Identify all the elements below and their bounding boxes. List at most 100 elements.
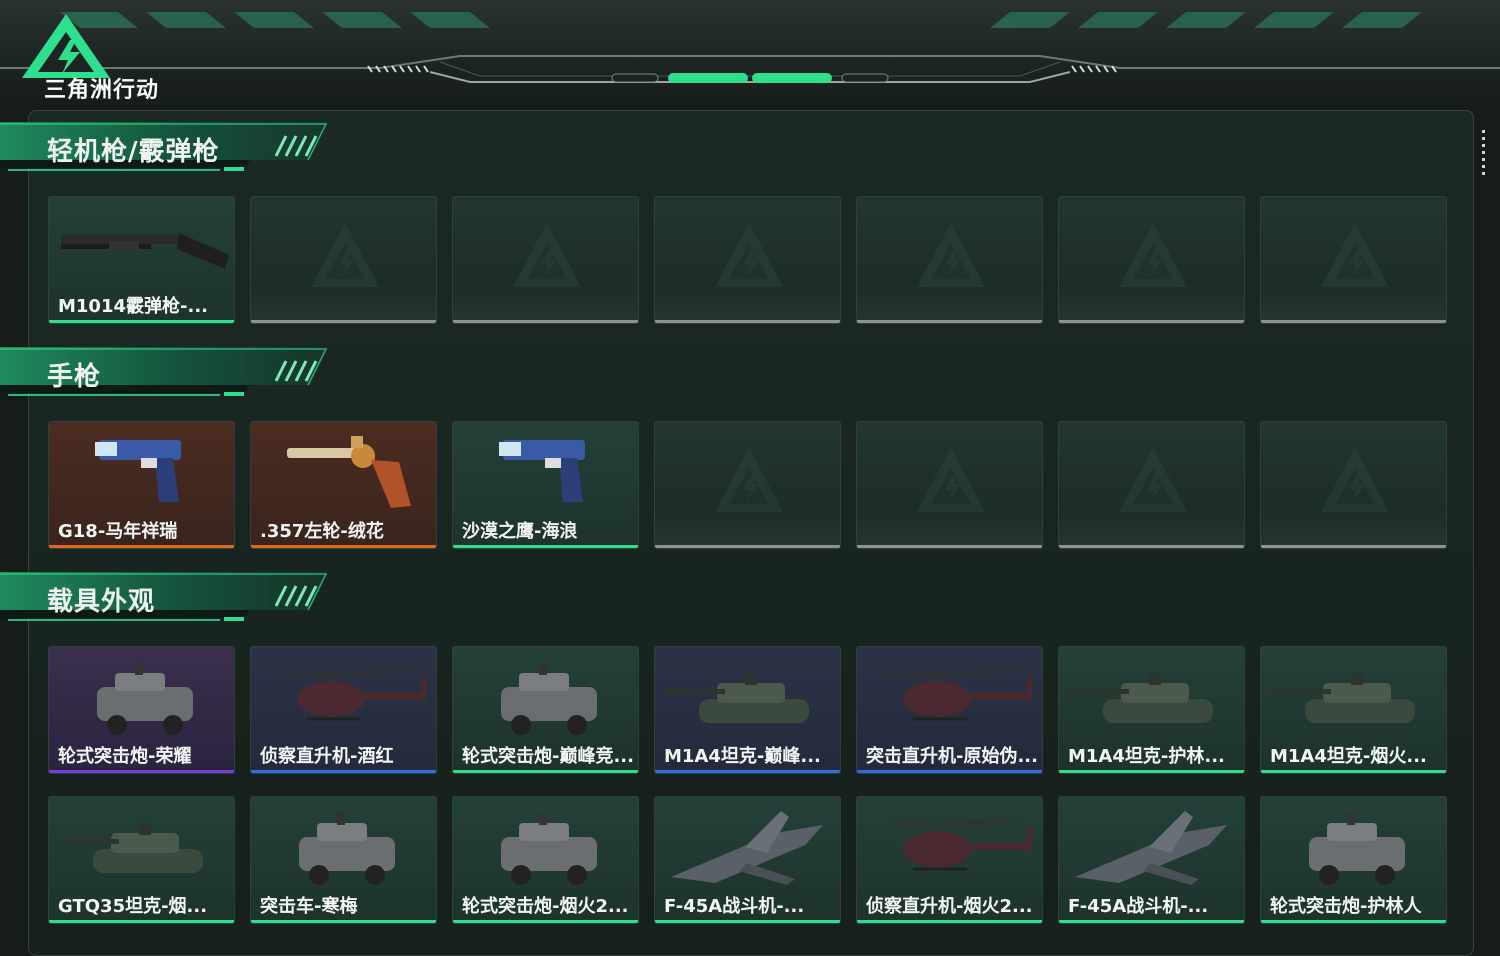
top-header: 三角洲行动: [0, 0, 1500, 110]
tank-icon: [1069, 673, 1213, 723]
item-card[interactable]: F-45A战斗机-...: [1058, 796, 1245, 924]
rarity-bar: [453, 920, 638, 923]
item-card[interactable]: 轮式突击炮-护林人: [1260, 796, 1447, 924]
item-label: 突击车-寒梅: [260, 896, 358, 917]
placeholder-logo-icon: [715, 223, 783, 287]
armored-car-icon: [299, 813, 395, 885]
item-card[interactable]: GTQ35坦克-烟...: [48, 796, 235, 924]
rarity-bar: [1261, 770, 1446, 773]
armored-car-icon: [1309, 813, 1405, 885]
rarity-bar: [1059, 920, 1244, 923]
placeholder-logo-icon: [1321, 448, 1389, 512]
helicopter-icon: [280, 669, 426, 721]
item-card[interactable]: 轮式突击炮-巅峰竞...: [452, 646, 639, 774]
item-card[interactable]: 轮式突击炮-烟火2...: [452, 796, 639, 924]
rarity-bar: [251, 545, 436, 548]
empty-slot[interactable]: [1058, 196, 1245, 324]
item-label: 侦察直升机-酒红: [260, 746, 394, 767]
fighter-jet-icon: [1075, 811, 1227, 885]
placeholder-logo-icon: [1321, 223, 1389, 287]
pistol-icon: [95, 440, 181, 502]
item-label: M1A4坦克-护林...: [1068, 746, 1225, 767]
placeholder-logo-icon: [917, 223, 985, 287]
empty-slot[interactable]: [250, 196, 437, 324]
item-card[interactable]: 突击车-寒梅: [250, 796, 437, 924]
item-card[interactable]: M1A4坦克-巅峰...: [654, 646, 841, 774]
item-card[interactable]: 沙漠之鹰-海浪: [452, 421, 639, 549]
empty-slot[interactable]: [654, 421, 841, 549]
item-card[interactable]: G18-马年祥瑞: [48, 421, 235, 549]
placeholder-logo-icon: [1119, 223, 1187, 287]
rarity-bar: [857, 320, 1042, 323]
helicopter-icon: [886, 669, 1032, 721]
placeholder-logo-icon: [715, 448, 783, 512]
item-label: M1A4坦克-烟火...: [1270, 746, 1427, 767]
placeholder-logo-icon: [513, 223, 581, 287]
item-label: 轮式突击炮-烟火2...: [462, 896, 629, 917]
item-card[interactable]: .357左轮-绒花: [250, 421, 437, 549]
rarity-bar: [453, 770, 638, 773]
item-label: G18-马年祥瑞: [58, 521, 178, 542]
section-title: 轻机枪/霰弹枪: [47, 137, 220, 167]
scroll-indicator[interactable]: [1482, 130, 1485, 178]
logo-text: 三角洲行动: [44, 78, 160, 103]
item-card[interactable]: 侦察直升机-烟火2...: [856, 796, 1043, 924]
empty-slot[interactable]: [856, 196, 1043, 324]
armored-car-icon: [501, 813, 597, 885]
rarity-bar: [453, 320, 638, 323]
item-label: 沙漠之鹰-海浪: [462, 521, 578, 542]
rarity-bar: [1261, 320, 1446, 323]
empty-slot[interactable]: [1058, 421, 1245, 549]
item-label: M1014霰弹枪-...: [58, 296, 208, 317]
empty-slot[interactable]: [1260, 421, 1447, 549]
revolver-icon: [287, 436, 411, 508]
rarity-bar: [655, 920, 840, 923]
armored-car-icon: [97, 663, 193, 735]
item-card[interactable]: 侦察直升机-酒红: [250, 646, 437, 774]
section-header: 轻机枪/霰弹枪: [0, 122, 335, 174]
rarity-bar: [251, 320, 436, 323]
rarity-bar: [49, 545, 234, 548]
item-card[interactable]: M1A4坦克-护林...: [1058, 646, 1245, 774]
item-label: 轮式突击炮-护林人: [1270, 896, 1422, 917]
rarity-bar: [857, 770, 1042, 773]
rarity-bar: [1059, 320, 1244, 323]
placeholder-logo-icon: [311, 223, 379, 287]
item-label: 轮式突击炮-巅峰竞...: [462, 746, 634, 767]
item-card[interactable]: 轮式突击炮-荣耀: [48, 646, 235, 774]
shotgun-icon: [61, 233, 229, 269]
rarity-bar: [49, 920, 234, 923]
item-card[interactable]: M1A4坦克-烟火...: [1260, 646, 1447, 774]
pistol-icon: [499, 440, 585, 502]
item-label: F-45A战斗机-...: [1068, 896, 1209, 917]
item-card[interactable]: F-45A战斗机-...: [654, 796, 841, 924]
item-label: 突击直升机-原始伪...: [866, 746, 1038, 767]
placeholder-logo-icon: [917, 448, 985, 512]
item-card[interactable]: M1014霰弹枪-...: [48, 196, 235, 324]
rarity-bar: [251, 920, 436, 923]
empty-slot[interactable]: [452, 196, 639, 324]
section-header: 载具外观: [0, 572, 335, 624]
item-label: 轮式突击炮-荣耀: [58, 746, 192, 767]
helicopter-icon: [886, 819, 1032, 871]
section-header: 手枪: [0, 347, 335, 399]
item-card[interactable]: 突击直升机-原始伪...: [856, 646, 1043, 774]
rarity-bar: [655, 770, 840, 773]
item-label: 侦察直升机-烟火2...: [866, 896, 1033, 917]
tank-icon: [1271, 673, 1415, 723]
header-decoration: [0, 12, 1500, 83]
empty-slot[interactable]: [856, 421, 1043, 549]
item-label: F-45A战斗机-...: [664, 896, 805, 917]
item-label: .357左轮-绒花: [260, 521, 384, 542]
item-label: GTQ35坦克-烟...: [58, 896, 208, 917]
section-title: 手枪: [47, 362, 102, 392]
rarity-bar: [49, 770, 234, 773]
rarity-bar: [1261, 920, 1446, 923]
tank-icon: [59, 823, 203, 873]
section-title: 载具外观: [47, 587, 156, 617]
placeholder-logo-icon: [1119, 448, 1187, 512]
rarity-bar: [453, 545, 638, 548]
empty-slot[interactable]: [1260, 196, 1447, 324]
rarity-bar: [1261, 545, 1446, 548]
empty-slot[interactable]: [654, 196, 841, 324]
